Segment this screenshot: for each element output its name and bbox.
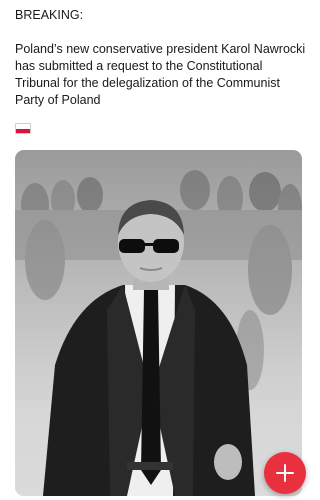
- tie: [141, 290, 161, 485]
- photo-illustration: [15, 170, 302, 496]
- post-line-2: has submitted a request to the Constitut…: [15, 59, 263, 73]
- post-photo[interactable]: [15, 150, 302, 496]
- poland-flag-icon: [15, 123, 31, 134]
- compose-fab-button[interactable]: [264, 452, 306, 494]
- post-line-4: Party of Poland: [15, 93, 101, 107]
- flag-red-stripe: [16, 128, 30, 133]
- post-text: BREAKING: Poland’s new conservative pres…: [15, 7, 307, 134]
- post-line-3: Tribunal for the delegalization of the C…: [15, 76, 280, 90]
- post-heading: BREAKING:: [15, 8, 84, 22]
- post-line-1: Poland’s new conservative president Karo…: [15, 42, 306, 56]
- plus-icon-vertical: [283, 464, 287, 482]
